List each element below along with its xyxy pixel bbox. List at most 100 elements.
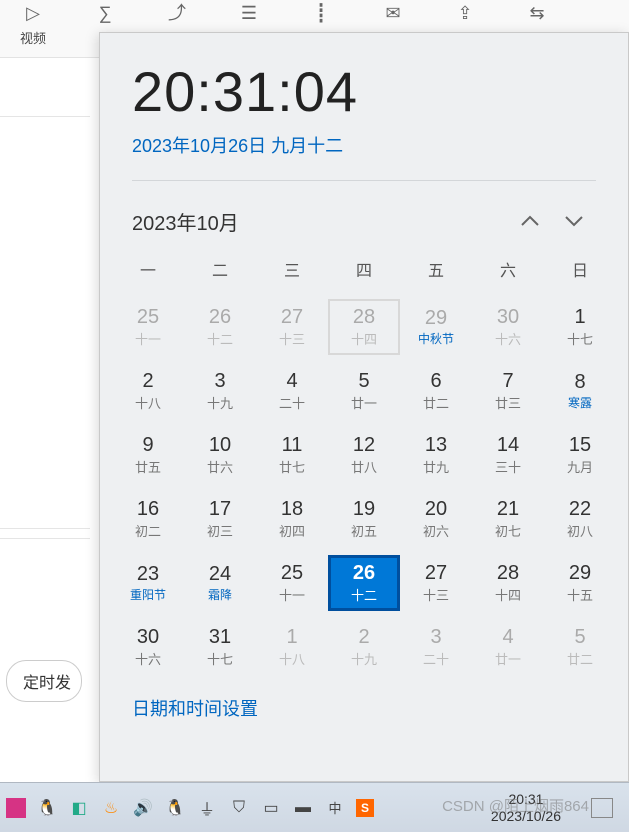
day-number: 7 bbox=[502, 371, 513, 391]
day-number: 2 bbox=[358, 627, 369, 647]
calendar-day[interactable]: 23重阳节 bbox=[112, 555, 184, 611]
wifi-icon[interactable]: ⏚ bbox=[196, 797, 218, 819]
calendar-day[interactable]: 20初六 bbox=[400, 491, 472, 547]
day-lunar: 十三 bbox=[279, 329, 305, 348]
calendar-month-label[interactable]: 2023年10月 bbox=[132, 207, 508, 236]
ribbon-item[interactable]: ⇪ bbox=[448, 2, 482, 24]
calendar-day[interactable]: 7廿三 bbox=[472, 363, 544, 419]
ribbon-icon: ∑ bbox=[88, 2, 122, 24]
taskbar-app-icon[interactable] bbox=[6, 798, 26, 818]
calendar-next-button[interactable] bbox=[552, 203, 596, 239]
calendar-day[interactable]: 3二十 bbox=[400, 619, 472, 675]
day-lunar: 三十 bbox=[495, 457, 521, 476]
calendar-day[interactable]: 29中秋节 bbox=[400, 299, 472, 355]
calendar-day[interactable]: 29十五 bbox=[544, 555, 616, 611]
calendar-day[interactable]: 21初七 bbox=[472, 491, 544, 547]
calendar-prev-button[interactable] bbox=[508, 203, 552, 239]
calendar-day[interactable]: 18初四 bbox=[256, 491, 328, 547]
tray-icon[interactable]: 🐧 bbox=[164, 797, 186, 819]
day-number: 13 bbox=[425, 435, 447, 455]
ribbon-item[interactable]: ⤴ bbox=[160, 2, 194, 24]
calendar-day[interactable]: 19初五 bbox=[328, 491, 400, 547]
calendar-day[interactable]: 13 廿九 bbox=[400, 427, 472, 483]
qq-icon[interactable]: 🐧 bbox=[36, 797, 58, 819]
volume-icon[interactable]: 🔊 bbox=[132, 797, 154, 819]
day-lunar: 十九 bbox=[351, 649, 377, 668]
calendar-day[interactable]: 2 十九 bbox=[328, 619, 400, 675]
notifications-button[interactable] bbox=[591, 798, 613, 818]
calendar-day[interactable]: 16初二 bbox=[112, 491, 184, 547]
clock-time: 20:31:04 bbox=[132, 59, 596, 124]
ribbon-icon: ⤴ bbox=[160, 2, 194, 24]
flame-icon[interactable]: ♨ bbox=[100, 797, 122, 819]
calendar-day[interactable]: 5廿一 bbox=[328, 363, 400, 419]
day-lunar: 中秋节 bbox=[418, 330, 454, 347]
sogou-icon[interactable]: S bbox=[356, 799, 374, 817]
desktop-icon[interactable]: ▭ bbox=[260, 797, 282, 819]
puzzle-icon[interactable]: ◧ bbox=[68, 797, 90, 819]
calendar-day[interactable]: 30十六 bbox=[472, 299, 544, 355]
day-lunar: 初三 bbox=[207, 521, 233, 540]
calendar-day[interactable]: 10廿六 bbox=[184, 427, 256, 483]
calendar-day[interactable]: 8寒露 bbox=[544, 363, 616, 419]
ribbon-icon: ⇪ bbox=[448, 2, 482, 24]
calendar-day[interactable]: 11廿七 bbox=[256, 427, 328, 483]
day-lunar: 十八 bbox=[135, 393, 161, 412]
day-lunar: 廿九 bbox=[423, 457, 449, 476]
calendar-day[interactable]: 25十一 bbox=[256, 555, 328, 611]
clock-date-lunar[interactable]: 2023年10月26日 九月十二 bbox=[132, 132, 596, 158]
calendar-day[interactable]: 1十七 bbox=[544, 299, 616, 355]
day-lunar: 初五 bbox=[351, 521, 377, 540]
calendar-day[interactable]: 30十六 bbox=[112, 619, 184, 675]
ribbon-item[interactable]: ✉ bbox=[376, 2, 410, 24]
calendar-day[interactable]: 31十七 bbox=[184, 619, 256, 675]
ribbon-item[interactable]: ┋ bbox=[304, 2, 338, 24]
calendar-day[interactable]: 27十三 bbox=[400, 555, 472, 611]
day-number: 9 bbox=[142, 435, 153, 455]
day-lunar: 十二 bbox=[207, 329, 233, 348]
calendar-day[interactable]: 28十四 bbox=[472, 555, 544, 611]
calendar-day[interactable]: 9廿五 bbox=[112, 427, 184, 483]
day-number: 5 bbox=[574, 627, 585, 647]
calendar-day[interactable]: 25十一 bbox=[112, 299, 184, 355]
ribbon-item[interactable]: ☰ bbox=[232, 2, 266, 24]
ime-icon[interactable]: 中 bbox=[324, 797, 346, 819]
day-number: 11 bbox=[282, 435, 303, 455]
calendar-day[interactable]: 2十八 bbox=[112, 363, 184, 419]
calendar-day[interactable]: 27十三 bbox=[256, 299, 328, 355]
schedule-send-button[interactable]: 定时发 bbox=[6, 660, 82, 702]
shield-icon[interactable]: ⛉ bbox=[228, 797, 250, 819]
day-lunar: 十四 bbox=[351, 329, 377, 348]
day-number: 5 bbox=[358, 371, 369, 391]
calendar-grid: 一二三四五六日25十一26十二27十三28十四29中秋节30十六1十七2十八3十… bbox=[100, 251, 628, 675]
calendar-day[interactable]: 26十二 bbox=[184, 299, 256, 355]
day-number: 3 bbox=[214, 371, 225, 391]
day-lunar: 寒露 bbox=[568, 394, 592, 411]
ribbon-item[interactable]: ∑ bbox=[88, 2, 122, 24]
ribbon-item[interactable]: ⇆ bbox=[520, 2, 554, 24]
calendar-day[interactable]: 26十二 bbox=[328, 555, 400, 611]
calendar-day[interactable]: 24霜降 bbox=[184, 555, 256, 611]
calendar-day[interactable]: 3十九 bbox=[184, 363, 256, 419]
day-number: 27 bbox=[425, 563, 447, 583]
calendar-day[interactable]: 15九月 bbox=[544, 427, 616, 483]
calendar-day[interactable]: 14三十 bbox=[472, 427, 544, 483]
datetime-settings-link[interactable]: 日期和时间设置 bbox=[100, 675, 628, 741]
calendar-day[interactable]: 17初三 bbox=[184, 491, 256, 547]
calendar-day[interactable]: 5廿二 bbox=[544, 619, 616, 675]
tray-clock[interactable]: 20:31 2023/10/26 bbox=[481, 791, 571, 825]
ribbon-icon: ☰ bbox=[232, 2, 266, 24]
calendar-day[interactable]: 4二十 bbox=[256, 363, 328, 419]
calendar-day[interactable]: 28十四 bbox=[328, 299, 400, 355]
datetime-flyout: 20:31:04 2023年10月26日 九月十二 2023年10月 一二三四五… bbox=[99, 32, 629, 782]
day-lunar: 二十 bbox=[279, 393, 305, 412]
calendar-day[interactable]: 1十八 bbox=[256, 619, 328, 675]
day-number: 31 bbox=[209, 627, 231, 647]
calendar-day[interactable]: 6廿二 bbox=[400, 363, 472, 419]
calendar-day[interactable]: 22初八 bbox=[544, 491, 616, 547]
calendar-day[interactable]: 4廿一 bbox=[472, 619, 544, 675]
ribbon-item[interactable]: ▷视频 bbox=[16, 2, 50, 47]
day-number: 30 bbox=[497, 307, 519, 327]
calendar-day[interactable]: 12廿八 bbox=[328, 427, 400, 483]
battery-icon[interactable]: ▬ bbox=[292, 797, 314, 819]
